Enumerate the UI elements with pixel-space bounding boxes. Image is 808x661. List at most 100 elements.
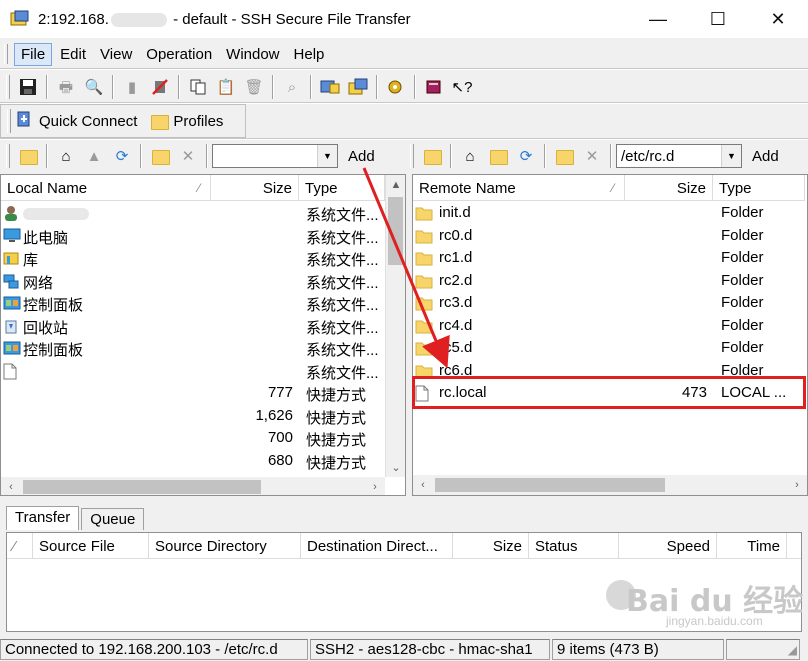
file-row[interactable]: 库 系统文件... [1,247,405,270]
toolbar-grip[interactable] [410,144,414,168]
title-bar: 2:192.168. - default - SSH Secure File T… [0,0,808,38]
help-book-icon[interactable] [422,75,446,99]
file-row[interactable]: rc4.d Folder [413,315,807,338]
chevron-down-icon[interactable]: ▼ [317,145,337,167]
local-add-button[interactable]: Add [348,148,375,165]
tab-transfer[interactable]: Transfer [6,506,80,530]
file-row[interactable]: init.d Folder [413,202,807,225]
print-preview-icon[interactable]: 🔍 [82,75,106,99]
file-row[interactable]: 680 快捷方式 [1,450,405,473]
remote-add-button[interactable]: Add [752,148,779,165]
menu-edit[interactable]: Edit [54,44,92,65]
local-hscroll[interactable]: ‹ › [1,477,385,495]
new-folder-icon[interactable] [148,144,172,168]
delete-icon[interactable]: 🗑 [242,75,266,99]
file-row[interactable]: 系统文件... [1,202,405,225]
refresh-icon[interactable]: ⟳ [514,144,538,168]
remote-hscroll[interactable]: ‹ › [413,475,807,495]
col-speed[interactable]: Speed [619,533,717,559]
folder-view-icon[interactable] [420,144,444,168]
refresh-icon[interactable]: ⟳ [110,144,134,168]
new-terminal-icon[interactable] [318,75,342,99]
menu-view[interactable]: View [94,44,138,65]
copy-icon[interactable] [186,75,210,99]
size-grip-icon[interactable]: ◢ [788,643,799,657]
col-local-size[interactable]: Size [211,175,299,201]
file-row[interactable]: 控制面板 系统文件... [1,292,405,315]
home-icon[interactable]: ⌂ [458,144,482,168]
scroll-thumb[interactable] [23,480,261,494]
col-size[interactable]: Size [453,533,529,559]
new-folder-icon[interactable] [552,144,576,168]
up-folder-icon[interactable] [486,144,510,168]
local-path-combo[interactable]: ▼ [212,144,338,168]
folder-view-icon[interactable] [16,144,40,168]
remote-file-pane[interactable]: Remote Name ⁄ Size Type init.d Folder rc0.d… [412,174,808,496]
scroll-right-icon[interactable]: › [787,475,807,495]
local-file-pane[interactable]: Local Name ⁄ Size Type 系统文件... 此电脑 系统文件... 库… [0,174,406,496]
col-source-directory[interactable]: Source Directory [149,533,301,559]
scroll-down-icon[interactable]: ⌄ [386,457,405,477]
file-row[interactable]: rc1.d Folder [413,247,807,270]
file-row[interactable]: rc3.d Folder [413,292,807,315]
scroll-thumb[interactable] [388,197,403,265]
scroll-right-icon[interactable]: › [365,477,385,495]
minimize-button[interactable]: — [628,0,688,38]
menu-grip[interactable] [4,44,8,64]
menu-help[interactable]: Help [288,44,331,65]
file-size: 680 [267,451,293,469]
local-vscroll[interactable]: ▲ ⌄ [385,175,405,477]
toolbar-grip[interactable] [6,144,10,168]
col-sort-indicator[interactable]: ⁄ [7,533,33,559]
delete-x-icon[interactable]: ✕ [176,144,200,168]
connect-icon[interactable]: ▮ [120,75,144,99]
col-time[interactable]: Time [717,533,787,559]
quick-connect-button[interactable]: Quick Connect [15,110,137,132]
scroll-left-icon[interactable]: ‹ [413,475,433,495]
scroll-up-icon[interactable]: ▲ [386,175,405,195]
file-row[interactable]: 777 快捷方式 [1,382,405,405]
close-button[interactable]: ✕ [748,0,808,38]
menu-window[interactable]: Window [220,44,285,65]
find-icon[interactable]: ⌕ [280,75,304,99]
file-row[interactable]: 网络 系统文件... [1,270,405,293]
toolbar-grip[interactable] [7,109,11,133]
file-row[interactable]: rc2.d Folder [413,270,807,293]
up-folder-icon[interactable]: ▲ [82,144,106,168]
file-row[interactable]: 回收站 系统文件... [1,315,405,338]
maximize-button[interactable]: ☐ [688,0,748,38]
tab-queue[interactable]: Queue [81,508,145,530]
context-help-icon[interactable]: ↖? [450,75,474,99]
file-row[interactable]: 700 快捷方式 [1,427,405,450]
menu-operation[interactable]: Operation [140,44,218,65]
new-file-transfer-icon[interactable] [346,75,370,99]
scroll-thumb[interactable] [435,478,665,492]
col-destination-directory[interactable]: Destination Direct... [301,533,453,559]
menu-file[interactable]: File [14,42,53,66]
profiles-button[interactable]: Profiles [151,113,223,130]
remote-path-combo[interactable]: /etc/rc.d ▼ [616,144,742,168]
col-status[interactable]: Status [529,533,619,559]
col-source-file[interactable]: Source File [33,533,149,559]
file-row[interactable]: 此电脑 系统文件... [1,225,405,248]
col-local-type[interactable]: Type [299,175,385,201]
disconnect-icon[interactable] [148,75,172,99]
chevron-down-icon[interactable]: ▼ [721,145,741,167]
paste-icon[interactable]: 📋 [214,75,238,99]
print-icon[interactable]: 🖶 [54,75,78,99]
home-icon[interactable]: ⌂ [54,144,78,168]
file-row[interactable]: 系统文件... [1,360,405,383]
col-remote-size[interactable]: Size [625,175,713,201]
save-icon[interactable] [16,75,40,99]
col-remote-name[interactable]: Remote Name ⁄ [413,175,625,201]
scroll-left-icon[interactable]: ‹ [1,477,21,495]
toolbar-grip[interactable] [6,75,10,99]
col-remote-type[interactable]: Type [713,175,805,201]
file-row[interactable]: 1,626 快捷方式 [1,405,405,428]
col-local-name[interactable]: Local Name ⁄ [1,175,211,201]
file-row[interactable]: 控制面板 系统文件... [1,337,405,360]
file-row[interactable]: rc0.d Folder [413,225,807,248]
delete-x-icon[interactable]: ✕ [580,144,604,168]
file-row[interactable]: rc5.d Folder [413,337,807,360]
settings-icon[interactable] [384,75,408,99]
